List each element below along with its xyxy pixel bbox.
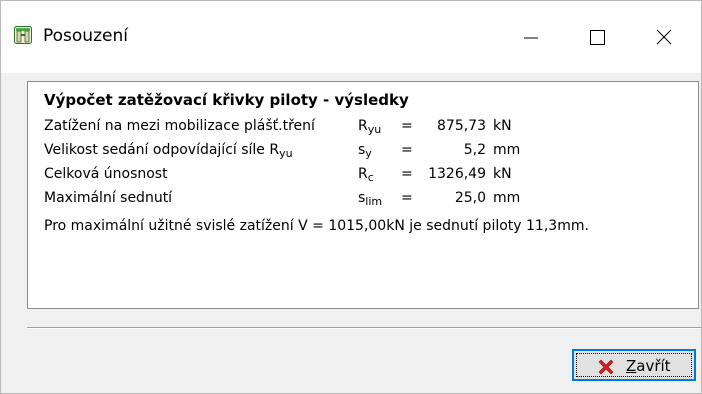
result-equals: = (401, 166, 413, 182)
pile-app-icon (14, 26, 32, 44)
result-unit: mm (493, 190, 521, 206)
maximize-icon (590, 30, 605, 45)
result-value: 5,2 (463, 142, 486, 158)
dialog-window: Posouzení Výpočet zatěžovací křivky pilo… (0, 0, 702, 394)
close-button-label: Zavřít (626, 357, 671, 375)
result-symbol: Ryu (358, 118, 382, 136)
result-equals: = (401, 142, 413, 158)
results-panel: Výpočet zatěžovací křivky piloty - výsle… (27, 81, 699, 309)
results-summary: Pro maximální užitné svislé zatížení V =… (44, 218, 589, 234)
divider (27, 327, 701, 329)
result-label-total-capacity: Celková únosnost (44, 166, 168, 182)
result-equals: = (401, 118, 413, 134)
result-unit: kN (493, 118, 512, 134)
maximize-button[interactable] (567, 1, 627, 73)
result-symbol: sy (358, 142, 372, 160)
close-icon (656, 29, 672, 45)
title-bar[interactable]: Posouzení (1, 1, 701, 73)
close-window-button[interactable] (635, 1, 695, 73)
result-label-max-settlement: Maximální sednutí (44, 190, 173, 206)
close-button[interactable]: Zavřít (572, 349, 696, 381)
result-symbol: Rc (358, 166, 374, 184)
red-x-icon (598, 359, 614, 375)
result-value: 875,73 (437, 118, 486, 134)
result-symbol: slim (358, 190, 383, 208)
minimize-icon (524, 37, 538, 39)
result-equals: = (401, 190, 413, 206)
result-unit: kN (493, 166, 512, 182)
result-value: 1326,49 (428, 166, 486, 182)
result-label-settlement: Velikost sedání odpovídající síle Ryu (44, 142, 293, 160)
window-title: Posouzení (43, 26, 128, 46)
result-value: 25,0 (454, 190, 486, 206)
result-label-skin-friction-load: Zatížení na mezi mobilizace plášť.tření (44, 118, 315, 134)
minimize-button[interactable] (501, 1, 561, 73)
result-unit: mm (493, 142, 521, 158)
results-heading: Výpočet zatěžovací křivky piloty - výsle… (44, 91, 409, 109)
